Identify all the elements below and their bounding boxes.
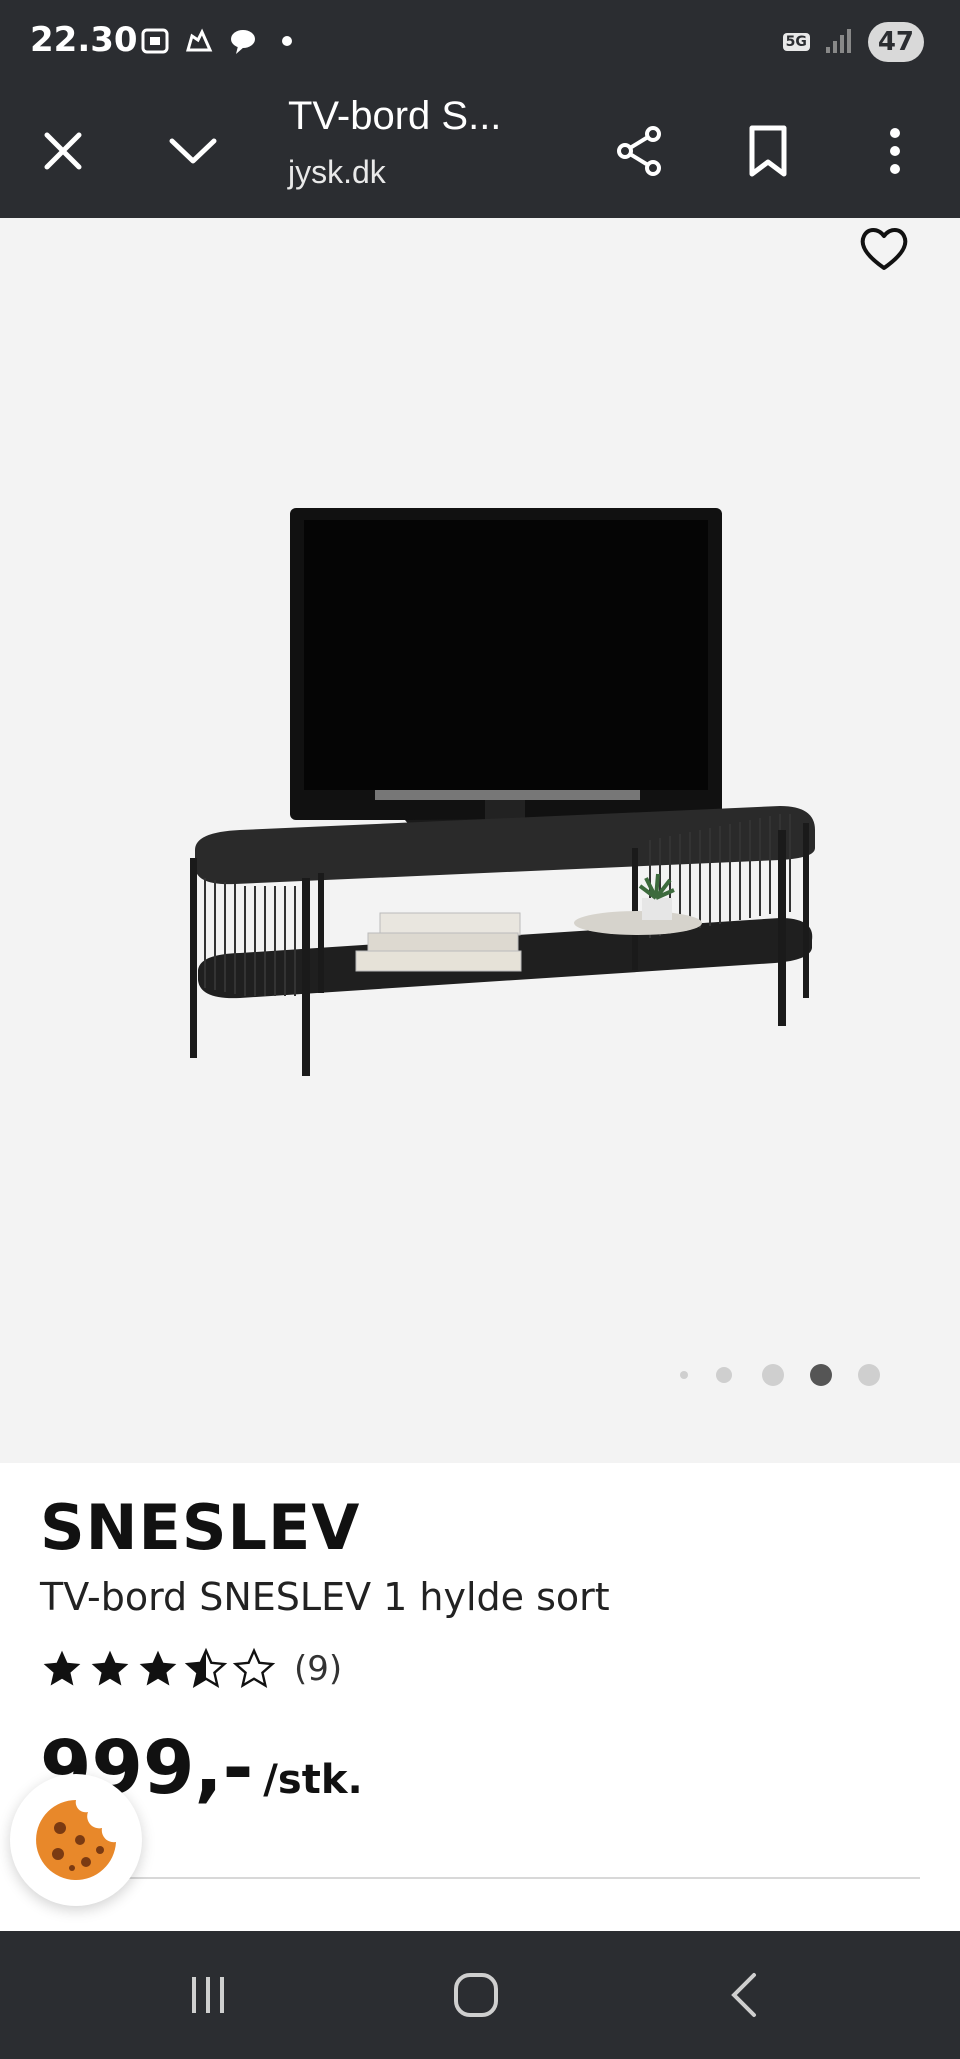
notification-icons <box>140 26 302 56</box>
minimize-button[interactable] <box>158 116 228 186</box>
menu-button[interactable] <box>860 116 930 186</box>
cookie-settings-button[interactable] <box>10 1774 142 1906</box>
favorite-button[interactable] <box>854 218 914 278</box>
carousel-dot[interactable] <box>716 1367 732 1383</box>
review-count[interactable]: (9) <box>294 1649 342 1689</box>
share-icon <box>617 126 661 176</box>
carousel-dots <box>680 1360 880 1390</box>
product-image <box>190 508 815 1076</box>
recent-apps-button[interactable] <box>168 1959 248 2031</box>
screenshot-icon <box>140 26 170 56</box>
share-button[interactable] <box>605 116 675 186</box>
back-button[interactable] <box>704 1959 784 2031</box>
bookmark-button[interactable] <box>733 116 803 186</box>
price-unit: /stk. <box>263 1757 363 1803</box>
battery-indicator: 47 <box>867 22 924 62</box>
carousel-dot[interactable] <box>680 1371 688 1379</box>
app-icon <box>184 26 214 56</box>
signal-icon <box>824 25 854 59</box>
custom-tab-toolbar: TV-bord S... jysk.dk <box>0 84 960 218</box>
bookmark-icon <box>749 125 787 177</box>
chat-icon <box>228 26 258 56</box>
rating[interactable]: (9) <box>40 1647 342 1691</box>
status-right: 5G 47 <box>782 22 924 62</box>
star-full-icon <box>91 1650 129 1686</box>
cookie-icon <box>36 1800 116 1880</box>
star-full-icon <box>139 1650 177 1686</box>
more-vert-icon <box>890 128 900 174</box>
page-domain[interactable]: jysk.dk <box>288 154 386 191</box>
carousel-dot[interactable] <box>858 1364 880 1386</box>
status-time: 22.30 <box>30 20 138 60</box>
status-bar: 22.30 5G 47 <box>0 0 960 84</box>
product-image-gallery[interactable] <box>0 218 960 1463</box>
recent-apps-icon <box>192 1977 224 2013</box>
back-icon <box>731 1973 756 2017</box>
close-button[interactable] <box>28 116 98 186</box>
star-half-icon <box>184 1647 228 1688</box>
star-full-icon <box>43 1650 81 1686</box>
dot-icon <box>272 26 302 56</box>
chevron-down-icon <box>169 138 217 164</box>
network-badge: 5G <box>782 33 810 51</box>
product-name: TV-bord SNESLEV 1 hylde sort <box>40 1575 610 1619</box>
product-brand: SNESLEV <box>40 1491 361 1564</box>
carousel-dot-active[interactable] <box>810 1364 832 1386</box>
page-title[interactable]: TV-bord S... <box>288 94 501 139</box>
home-button[interactable] <box>436 1959 516 2031</box>
star-empty-icon <box>232 1647 276 1688</box>
product-info: SNESLEV TV-bord SNESLEV 1 hylde sort (9)… <box>0 1463 960 1931</box>
heart-icon <box>860 228 908 270</box>
close-icon <box>44 132 82 170</box>
carousel-dot[interactable] <box>762 1364 784 1386</box>
system-nav-bar <box>0 1931 960 2059</box>
divider <box>40 1877 920 1879</box>
home-icon <box>454 1973 498 2017</box>
